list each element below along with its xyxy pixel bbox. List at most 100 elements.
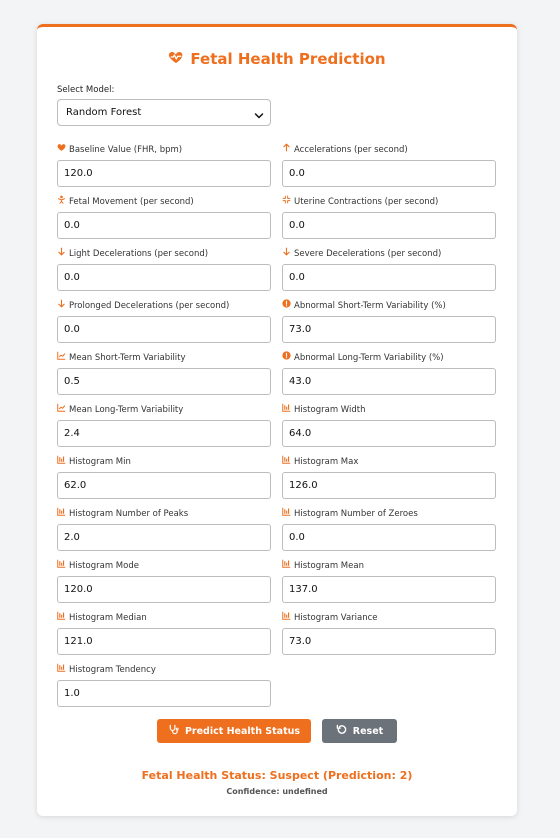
field-abnormal-long-term-variability: Abnormal Long-Term Variability (%) 43.0 <box>282 351 496 395</box>
field-label: Histogram Mode <box>69 561 139 571</box>
field-label: Accelerations (per second) <box>294 145 408 155</box>
model-select[interactable]: Random Forest <box>57 99 271 126</box>
baseline-value-input[interactable]: 120.0 <box>57 160 271 187</box>
histogram-number-of-peaks-input[interactable]: 2.0 <box>57 524 271 551</box>
histogram-mean-input[interactable]: 137.0 <box>282 576 496 603</box>
field-histogram-variance: Histogram Variance 73.0 <box>282 611 496 655</box>
field-histogram-number-of-peaks: Histogram Number of Peaks 2.0 <box>57 507 271 551</box>
histogram-number-of-zeroes-input[interactable]: 0.0 <box>282 524 496 551</box>
prolonged-decelerations-input[interactable]: 0.0 <box>57 316 271 343</box>
histogram-max-input[interactable]: 126.0 <box>282 472 496 499</box>
field-label: Histogram Width <box>294 405 366 415</box>
predict-button-label: Predict Health Status <box>184 725 301 737</box>
heart-pulse-icon <box>168 49 184 69</box>
field-label: Baseline Value (FHR, bpm) <box>69 145 183 155</box>
field-label: Abnormal Long-Term Variability (%) <box>294 353 444 363</box>
field-histogram-mean: Histogram Mean 137.0 <box>282 559 496 603</box>
model-select-value: Random Forest <box>66 107 142 118</box>
uterine-contractions-input[interactable]: 0.0 <box>282 212 496 239</box>
abnormal-long-term-variability-input[interactable]: 43.0 <box>282 368 496 395</box>
page-title: Fetal Health Prediction <box>37 49 517 69</box>
line-chart-icon <box>57 351 66 365</box>
field-label: Light Decelerations (per second) <box>69 249 209 259</box>
model-select-label: Select Model: <box>57 85 115 95</box>
bar-chart-icon <box>282 455 291 469</box>
light-decelerations-input[interactable]: 0.0 <box>57 264 271 291</box>
mean-long-term-variability-input[interactable]: 2.4 <box>57 420 271 447</box>
heart-icon <box>57 143 66 157</box>
bar-chart-icon <box>282 559 291 573</box>
fetal-movement-input[interactable]: 0.0 <box>57 212 271 239</box>
field-label: Fetal Movement (per second) <box>69 197 194 207</box>
field-severe-decelerations: Severe Decelerations (per second) 0.0 <box>282 247 496 291</box>
field-label: Histogram Variance <box>294 613 378 623</box>
field-label: Mean Short-Term Variability <box>69 353 186 363</box>
health-status-result: Fetal Health Status: Suspect (Prediction… <box>141 769 413 782</box>
field-mean-short-term-variability: Mean Short-Term Variability 0.5 <box>57 351 271 395</box>
abnormal-short-term-variability-input[interactable]: 73.0 <box>282 316 496 343</box>
histogram-min-input[interactable]: 62.0 <box>57 472 271 499</box>
prediction-card: Fetal Health Prediction Select Model: Ra… <box>37 24 517 816</box>
field-label: Uterine Contractions (per second) <box>294 197 439 207</box>
alert-circle-icon <box>282 351 291 365</box>
field-baseline-value: Baseline Value (FHR, bpm) 120.0 <box>57 143 271 187</box>
baby-icon <box>57 195 66 209</box>
field-histogram-min: Histogram Min 62.0 <box>57 455 271 499</box>
histogram-variance-input[interactable]: 73.0 <box>282 628 496 655</box>
mean-short-term-variability-input[interactable]: 0.5 <box>57 368 271 395</box>
arrow-up-icon <box>282 143 291 157</box>
arrow-down-icon <box>57 247 66 261</box>
field-label: Severe Decelerations (per second) <box>294 249 442 259</box>
bar-chart-icon <box>57 559 66 573</box>
bar-chart-icon <box>57 507 66 521</box>
field-histogram-tendency: Histogram Tendency 1.0 <box>57 663 271 707</box>
compress-icon <box>282 195 291 209</box>
field-label: Histogram Number of Peaks <box>69 509 189 519</box>
field-histogram-width: Histogram Width 64.0 <box>282 403 496 447</box>
bar-chart-icon <box>282 611 291 625</box>
field-label: Histogram Tendency <box>69 665 156 675</box>
field-label: Histogram Max <box>294 457 359 467</box>
field-label: Mean Long-Term Variability <box>69 405 184 415</box>
field-histogram-number-of-zeroes: Histogram Number of Zeroes 0.0 <box>282 507 496 551</box>
title-text: Fetal Health Prediction <box>190 50 386 68</box>
confidence-text: Confidence: undefined <box>226 787 328 796</box>
stethoscope-icon <box>168 724 179 738</box>
field-light-decelerations: Light Decelerations (per second) 0.0 <box>57 247 271 291</box>
chevron-down-icon <box>253 107 265 119</box>
field-histogram-max: Histogram Max 126.0 <box>282 455 496 499</box>
line-chart-icon <box>57 403 66 417</box>
accelerations-input[interactable]: 0.0 <box>282 160 496 187</box>
field-label: Histogram Median <box>69 613 147 623</box>
field-label: Histogram Mean <box>294 561 364 571</box>
field-accelerations: Accelerations (per second) 0.0 <box>282 143 496 187</box>
histogram-median-input[interactable]: 121.0 <box>57 628 271 655</box>
severe-decelerations-input[interactable]: 0.0 <box>282 264 496 291</box>
bar-chart-icon <box>57 663 66 677</box>
reset-button[interactable]: Reset <box>322 719 397 743</box>
field-label: Prolonged Decelerations (per second) <box>69 301 230 311</box>
arrow-down-icon <box>57 299 66 313</box>
field-label: Histogram Min <box>69 457 131 467</box>
field-abnormal-short-term-variability: Abnormal Short-Term Variability (%) 73.0 <box>282 299 496 343</box>
field-uterine-contractions: Uterine Contractions (per second) 0.0 <box>282 195 496 239</box>
bar-chart-icon <box>282 507 291 521</box>
bar-chart-icon <box>57 455 66 469</box>
predict-button[interactable]: Predict Health Status <box>157 719 311 743</box>
bar-chart-icon <box>57 611 66 625</box>
histogram-width-input[interactable]: 64.0 <box>282 420 496 447</box>
undo-icon <box>336 724 347 738</box>
bar-chart-icon <box>282 403 291 417</box>
field-prolonged-decelerations: Prolonged Decelerations (per second) 0.0 <box>57 299 271 343</box>
arrow-down-icon <box>282 247 291 261</box>
field-mean-long-term-variability: Mean Long-Term Variability 2.4 <box>57 403 271 447</box>
alert-circle-icon <box>282 299 291 313</box>
field-histogram-median: Histogram Median 121.0 <box>57 611 271 655</box>
histogram-mode-input[interactable]: 120.0 <box>57 576 271 603</box>
field-fetal-movement: Fetal Movement (per second) 0.0 <box>57 195 271 239</box>
field-label: Histogram Number of Zeroes <box>294 509 418 519</box>
reset-button-label: Reset <box>352 725 384 737</box>
histogram-tendency-input[interactable]: 1.0 <box>57 680 271 707</box>
field-label: Abnormal Short-Term Variability (%) <box>294 301 446 311</box>
field-histogram-mode: Histogram Mode 120.0 <box>57 559 271 603</box>
